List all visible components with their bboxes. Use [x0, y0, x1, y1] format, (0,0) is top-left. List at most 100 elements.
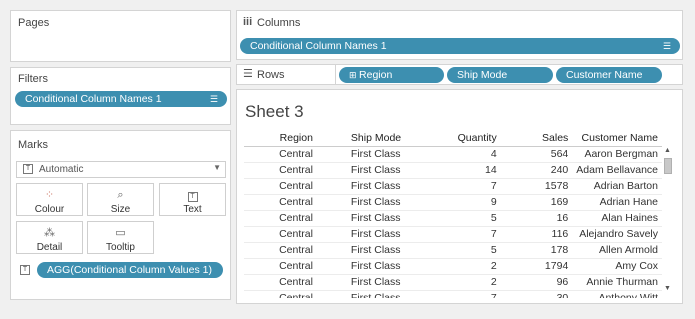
cell-region: Central — [244, 258, 317, 275]
cell-region: Central — [244, 274, 317, 291]
detail-button[interactable]: ⁂ Detail — [16, 221, 83, 254]
filters-card: Filters Conditional Column Names 1 ☰ — [10, 67, 231, 125]
colour-icon: ⁘ — [44, 189, 55, 201]
cell-quantity: 2 — [434, 274, 501, 291]
cell-quantity: 7 — [434, 290, 501, 298]
size-icon: ⌕ — [117, 189, 124, 201]
cell-quantity: 7 — [434, 226, 501, 243]
cell-quantity: 7 — [434, 178, 501, 195]
cell-ship-mode: First Class — [316, 146, 435, 163]
cell-region: Central — [244, 194, 317, 211]
scroll-down-icon[interactable]: ▼ — [664, 285, 671, 292]
cell-ship-mode: First Class — [316, 178, 435, 195]
table-row: Central First Class 9 169 Adrian Hane — [244, 194, 662, 211]
table-row: Central First Class 2 96 Annie Thurman — [244, 274, 662, 291]
cell-sales: 169 — [500, 194, 573, 211]
columns-pill-label: Conditional Column Names 1 — [250, 40, 387, 52]
cell-quantity: 4 — [434, 146, 501, 163]
cell-quantity: 9 — [434, 194, 501, 211]
rows-pill-label: Ship Mode — [457, 69, 508, 81]
columns-pill[interactable]: Conditional Column Names 1 ☰ — [240, 38, 680, 54]
rows-pill-customer-name[interactable]: Customer Name — [556, 67, 662, 83]
pages-title: Pages — [18, 17, 50, 29]
cell-sales: 116 — [500, 226, 573, 243]
cell-ship-mode: First Class — [316, 162, 435, 179]
vertical-scrollbar[interactable]: ▲ ▼ — [662, 145, 674, 297]
size-button[interactable]: ⌕ Size — [87, 183, 154, 216]
column-header-region[interactable]: Region — [244, 130, 317, 147]
detail-label: Detail — [36, 242, 63, 253]
rows-pill-region[interactable]: ⊞ Region — [339, 67, 444, 83]
cell-ship-mode: First Class — [316, 226, 435, 243]
cell-region: Central — [244, 146, 317, 163]
cell-customer-name: Adrian Hane — [572, 194, 662, 211]
text-button[interactable]: T Text — [159, 183, 226, 216]
cell-customer-name: Adam Bellavance — [572, 162, 662, 179]
filters-title: Filters — [18, 73, 48, 85]
expand-icon: ⊞ — [349, 70, 360, 80]
rows-divider — [335, 65, 336, 84]
cell-customer-name: Aaron Bergman — [572, 146, 662, 163]
marks-text-pill-label: AGG(Conditional Column Values 1) — [47, 264, 212, 276]
cell-customer-name: Alan Haines — [572, 210, 662, 227]
cell-quantity: 2 — [434, 258, 501, 275]
table-row: Central First Class 7 116 Alejandro Savely — [244, 226, 662, 243]
text-mark-icon: T — [23, 164, 33, 174]
table-row: Central First Class 4 564 Aaron Bergman — [244, 146, 662, 163]
rows-pill-ship-mode[interactable]: Ship Mode — [447, 67, 553, 83]
cell-ship-mode: First Class — [316, 290, 435, 298]
filter-pill[interactable]: Conditional Column Names 1 ☰ — [15, 91, 227, 107]
cell-customer-name: Anthony Witt — [572, 290, 662, 298]
table-header-row: Region Ship Mode Quantity Sales Customer… — [244, 130, 662, 147]
table-row: Central First Class 7 1578 Adrian Barton — [244, 178, 662, 195]
rows-shelf: ☰ Rows ⊞ Region Ship Mode Customer Name — [236, 64, 683, 85]
column-header-sales[interactable]: Sales — [500, 130, 573, 147]
tooltip-button[interactable]: ▭ Tooltip — [87, 221, 154, 254]
mark-type-dropdown[interactable]: T Automatic ▼ — [16, 161, 226, 178]
marks-text-pill[interactable]: AGG(Conditional Column Values 1) — [37, 262, 223, 278]
cell-customer-name: Annie Thurman — [572, 274, 662, 291]
cell-customer-name: Alejandro Savely — [572, 226, 662, 243]
cell-region: Central — [244, 290, 317, 298]
scroll-up-icon[interactable]: ▲ — [664, 147, 671, 154]
cell-region: Central — [244, 178, 317, 195]
column-header-ship-mode[interactable]: Ship Mode — [316, 130, 435, 147]
cell-region: Central — [244, 226, 317, 243]
scrollbar-thumb[interactable] — [664, 158, 672, 174]
size-label: Size — [110, 204, 131, 215]
table-row: Central First Class 5 16 Alan Haines — [244, 210, 662, 227]
column-header-quantity[interactable]: Quantity — [434, 130, 501, 147]
cell-region: Central — [244, 210, 317, 227]
cell-sales: 178 — [500, 242, 573, 259]
cell-region: Central — [244, 242, 317, 259]
columns-icon: iii — [243, 16, 253, 28]
cell-region: Central — [244, 162, 317, 179]
cell-ship-mode: First Class — [316, 210, 435, 227]
chevron-down-icon: ▼ — [213, 163, 221, 172]
cell-sales: 30 — [500, 290, 573, 298]
columns-title: Columns — [257, 17, 301, 29]
tooltip-label: Tooltip — [106, 242, 135, 253]
cell-customer-name: Allen Armold — [572, 242, 662, 259]
column-header-customer-name[interactable]: Customer Name — [572, 130, 662, 147]
rows-pill-label: Region — [359, 69, 393, 81]
sort-icon: ☰ — [209, 94, 218, 104]
pages-card: Pages — [10, 10, 231, 62]
cell-sales: 564 — [500, 146, 573, 163]
mark-type-value: Automatic — [39, 164, 84, 175]
cell-sales: 1578 — [500, 178, 573, 195]
cell-sales: 1794 — [500, 258, 573, 275]
columns-shelf: iii Columns Conditional Column Names 1 ☰ — [236, 10, 683, 60]
detail-icon: ⁂ — [44, 227, 55, 239]
sort-icon: ☰ — [662, 41, 671, 51]
marks-card: Marks T Automatic ▼ ⁘ Colour ⌕ Size T Te… — [10, 130, 231, 300]
text-mark-icon: T — [20, 265, 30, 275]
table-row: Central First Class 5 178 Allen Armold — [244, 242, 662, 259]
cell-sales: 240 — [500, 162, 573, 179]
cell-quantity: 5 — [434, 210, 501, 227]
cell-customer-name: Adrian Barton — [572, 178, 662, 195]
data-table: Region Ship Mode Quantity Sales Customer… — [244, 130, 678, 298]
table-row: Central First Class 2 1794 Amy Cox — [244, 258, 662, 275]
colour-button[interactable]: ⁘ Colour — [16, 183, 83, 216]
rows-icon: ☰ — [243, 68, 253, 80]
